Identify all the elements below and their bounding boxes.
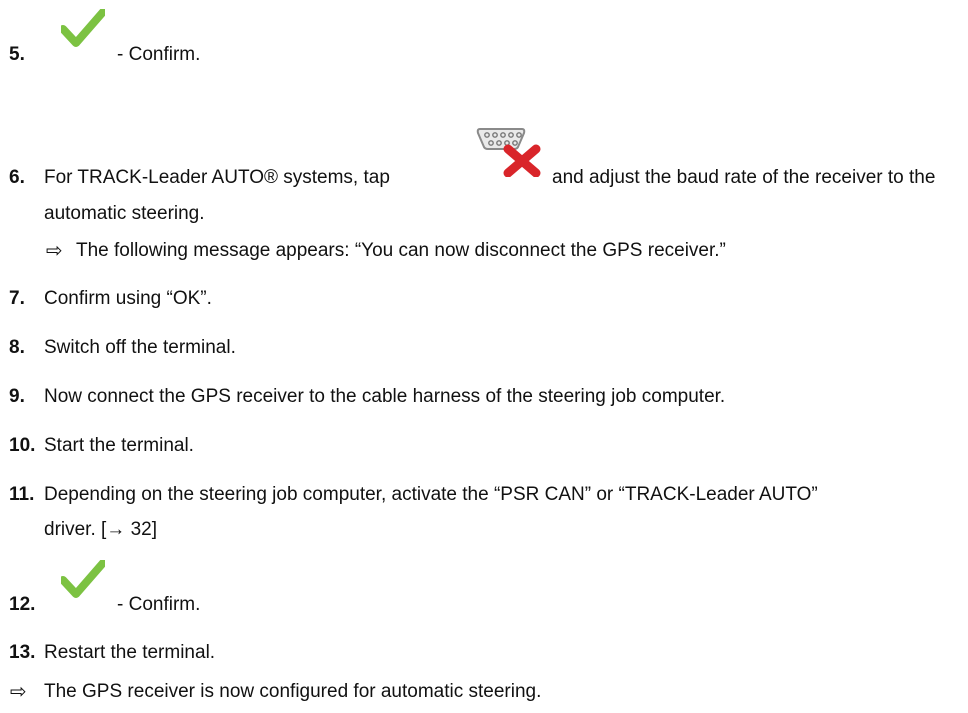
step-number-12: 12. (9, 594, 36, 615)
step-number-13: 13. (9, 642, 36, 663)
serial-port-disconnect-icon (476, 128, 541, 177)
step-text-12: - Confirm. (117, 594, 201, 615)
step-6-result: The following message appears: “You can … (76, 240, 726, 261)
step-number-5: 5. (9, 44, 25, 65)
result-arrow-icon: ⇨ (46, 238, 63, 262)
step-text-6b: and adjust the baud rate of the receiver… (552, 167, 936, 188)
check-icon (61, 9, 105, 47)
final-result-text: The GPS receiver is now configured for a… (44, 681, 542, 702)
step-text-5: - Confirm. (117, 44, 201, 65)
step-text-6a: For TRACK-Leader AUTO® systems, tap (44, 167, 390, 188)
step-number-7: 7. (9, 288, 25, 309)
step-text-7: Confirm using “OK”. (44, 288, 212, 309)
step-number-11: 11. (9, 484, 35, 505)
step-text-11b: driver. [→ 32] (44, 519, 157, 540)
step-text-6c: automatic steering. (44, 203, 205, 224)
step-text-9: Now connect the GPS receiver to the cabl… (44, 386, 726, 407)
step-number-6: 6. (9, 167, 25, 188)
step-text-8: Switch off the terminal. (44, 337, 236, 358)
check-icon (61, 560, 105, 598)
final-result-arrow-icon: ⇨ (10, 679, 27, 703)
step-number-9: 9. (9, 386, 25, 407)
step-number-10: 10. (9, 435, 36, 456)
step-number-8: 8. (9, 337, 25, 358)
step-text-13: Restart the terminal. (44, 642, 216, 663)
step-text-10: Start the terminal. (44, 435, 194, 456)
step-text-11a: Depending on the steering job computer, … (44, 484, 818, 505)
